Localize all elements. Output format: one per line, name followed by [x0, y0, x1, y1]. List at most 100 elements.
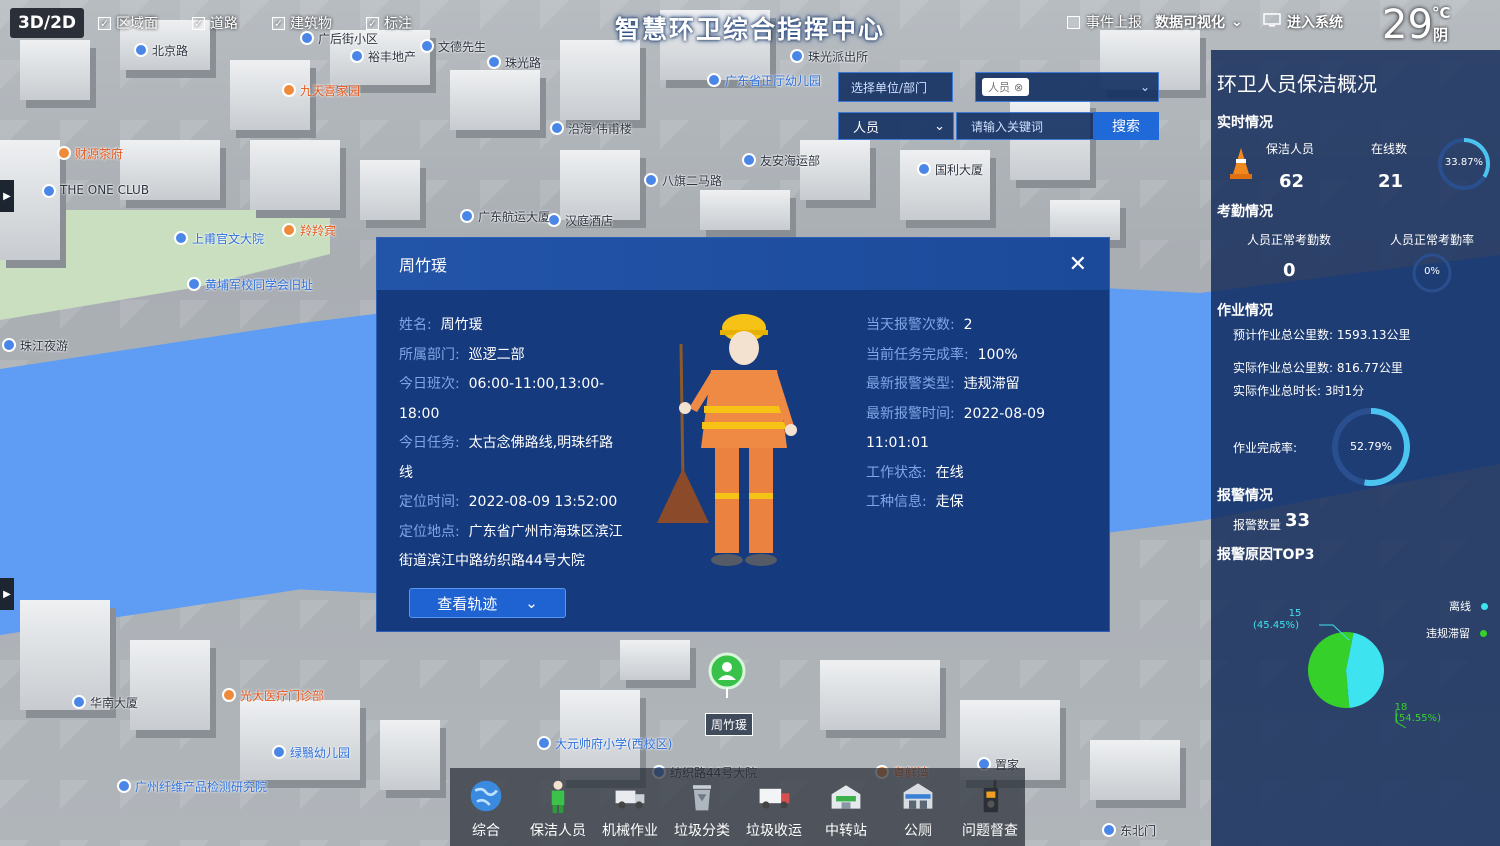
map-poi-label[interactable]: 八旗二马路 — [662, 172, 722, 189]
attendance-heading: 考勤情况 — [1217, 204, 1273, 220]
map-poi-label[interactable]: 广东省正厅幼儿园 — [725, 72, 821, 89]
view-track-button[interactable]: 查看轨迹 ⌄ — [409, 588, 566, 618]
layer-checkbox-annotation[interactable]: ✓ 标注 — [366, 13, 412, 33]
info-value: 走保 — [935, 494, 964, 510]
map-poi-label[interactable]: 九天喜家园 — [300, 82, 360, 99]
map-pin-icon[interactable] — [460, 209, 474, 223]
left-panel-toggle-lower[interactable]: ▶ — [0, 578, 14, 610]
dock-item-collection[interactable]: 垃圾收运 — [738, 768, 810, 846]
map-pin-icon[interactable] — [117, 779, 131, 793]
map-pin-icon[interactable] — [790, 49, 804, 63]
info-label: 工种信息: — [866, 494, 927, 510]
map-pin-icon[interactable] — [272, 745, 286, 759]
map-poi-label[interactable]: 光大医疗门诊部 — [240, 687, 324, 704]
map-pin-icon[interactable] — [487, 55, 501, 69]
map-poi-label[interactable]: 广东航运大厦 — [478, 208, 550, 225]
map-poi-label[interactable]: 财源茶府 — [75, 145, 123, 162]
checkbox-icon[interactable]: ✓ — [98, 16, 111, 30]
layer-checkbox-building[interactable]: ✓ 建筑物 — [272, 13, 332, 33]
person-tag[interactable]: 人员 ⊗ — [982, 78, 1030, 96]
map-poi-label[interactable]: 上甫官文大院 — [192, 230, 264, 247]
map-poi-label[interactable]: 羚羚宾 — [300, 222, 336, 239]
map-pin-icon[interactable] — [707, 73, 721, 87]
map-poi-label[interactable]: THE ONE CLUB — [60, 183, 149, 197]
map-pin-icon[interactable] — [42, 184, 56, 198]
type-select[interactable]: 人员 ⌄ — [838, 112, 954, 140]
transfer-station-icon — [831, 785, 861, 809]
map-poi-label[interactable]: 黄埔军校同学会旧址 — [205, 276, 313, 293]
map-poi-label[interactable]: 东北门 — [1120, 822, 1156, 839]
map-pin-icon[interactable] — [282, 223, 296, 237]
map-poi-label[interactable]: 广州纤维产品检测研究院 — [135, 778, 267, 795]
checkbox-icon[interactable]: ✓ — [192, 16, 205, 30]
dock-item-sorting[interactable]: 垃圾分类 — [666, 768, 738, 846]
info-label: 最新报警时间: — [866, 405, 955, 422]
close-icon[interactable]: ⊗ — [1014, 81, 1023, 94]
person-location-marker[interactable] — [708, 652, 746, 702]
map-pin-icon[interactable] — [57, 146, 71, 160]
map-poi-label[interactable]: 华南大厦 — [90, 694, 138, 711]
checkbox-icon[interactable] — [1067, 15, 1080, 29]
map-pin-icon[interactable] — [72, 695, 86, 709]
map-poi-label[interactable]: 友安海运部 — [760, 152, 820, 169]
building — [230, 60, 310, 130]
map-pin-icon[interactable] — [537, 736, 551, 750]
info-label: 当天报警次数: — [866, 317, 955, 333]
map-pin-icon[interactable] — [174, 231, 188, 245]
info-row: 今日任务: 太古念佛路线,明珠纤路线 — [399, 429, 624, 488]
keyword-input[interactable]: 请输入关键词 — [956, 112, 1094, 140]
data-viz-dropdown[interactable]: 数据可视化 ⌄ — [1155, 12, 1243, 32]
map-pin-icon[interactable] — [187, 277, 201, 291]
left-panel-toggle[interactable]: ▶ — [0, 180, 14, 212]
dock-item-cleaners[interactable]: 保洁人员 — [522, 768, 594, 846]
map-pin-icon[interactable] — [644, 173, 658, 187]
map-poi-label[interactable]: 绿翳幼儿园 — [290, 744, 350, 761]
map-poi-label[interactable]: 珠光派出所 — [808, 48, 868, 65]
map-poi-label[interactable]: 珠光路 — [505, 54, 541, 71]
attendance-normal-value: 0 — [1283, 260, 1296, 281]
work-completion-ring: 52.79% — [1329, 405, 1413, 493]
map-pin-icon[interactable] — [222, 688, 236, 702]
map-pin-icon[interactable] — [350, 49, 364, 63]
info-label: 最新报警类型: — [866, 376, 955, 392]
view-toggle-button[interactable]: 3D/2D — [10, 8, 84, 38]
building — [1050, 200, 1120, 240]
map-poi-label[interactable]: 国利大厦 — [935, 161, 983, 178]
dialog-header: 周竹瑗 ✕ — [377, 238, 1109, 290]
dock-item-inspection[interactable]: 问题督查 — [954, 768, 1026, 846]
sanitation-worker-illustration — [649, 308, 799, 577]
tag-select[interactable]: 人员 ⊗ ⌄ — [975, 72, 1159, 102]
map-poi-label[interactable]: 沿海·伟甫楼 — [568, 120, 632, 137]
map-poi-label[interactable]: 大元帅府小学(西校区) — [555, 735, 672, 752]
layer-label: 建筑物 — [290, 16, 332, 32]
info-value: 2 — [963, 317, 973, 333]
map-pin-icon[interactable] — [550, 121, 564, 135]
dock-item-machinery[interactable]: 机械作业 — [594, 768, 666, 846]
pie-slice-0[interactable] — [1346, 632, 1384, 708]
search-button[interactable]: 搜索 — [1093, 112, 1159, 140]
map-pin-icon[interactable] — [2, 338, 16, 352]
dock-item-transfer-station[interactable]: 中转站 — [810, 768, 882, 846]
info-label: 所属部门: — [399, 346, 460, 363]
unit-select[interactable]: 选择单位/部门 — [838, 72, 953, 102]
map-pin-icon[interactable] — [1102, 823, 1116, 837]
map-pin-icon[interactable] — [742, 153, 756, 167]
work-duration: 实际作业总时长: 3时1分 — [1233, 384, 1365, 398]
close-icon[interactable]: ✕ — [1069, 252, 1087, 277]
map-pin-icon[interactable] — [282, 83, 296, 97]
checkbox-icon[interactable]: ✓ — [272, 16, 285, 30]
event-report-button[interactable]: 事件上报 — [1067, 12, 1142, 32]
enter-system-button[interactable]: 进入系统 — [1263, 12, 1343, 32]
pie-value-label-offline: 15 — [1289, 608, 1302, 619]
map-poi-label[interactable]: 汉庭酒店 — [565, 212, 613, 229]
dock-item-toilet[interactable]: 公厕 — [882, 768, 954, 846]
dialog-title: 周竹瑗 — [399, 256, 448, 275]
layer-checkbox-road[interactable]: ✓ 道路 — [192, 13, 238, 33]
map-poi-label[interactable]: 裕丰地产 — [368, 48, 416, 65]
dock-item-overview[interactable]: 综合 — [450, 768, 522, 846]
realtime-heading: 实时情况 — [1217, 115, 1273, 131]
checkbox-icon[interactable]: ✓ — [366, 16, 379, 30]
layer-checkbox-region[interactable]: ✓ 区域面 — [98, 13, 158, 33]
map-pin-icon[interactable] — [917, 162, 931, 176]
map-poi-label[interactable]: 珠江夜游 — [20, 337, 68, 354]
